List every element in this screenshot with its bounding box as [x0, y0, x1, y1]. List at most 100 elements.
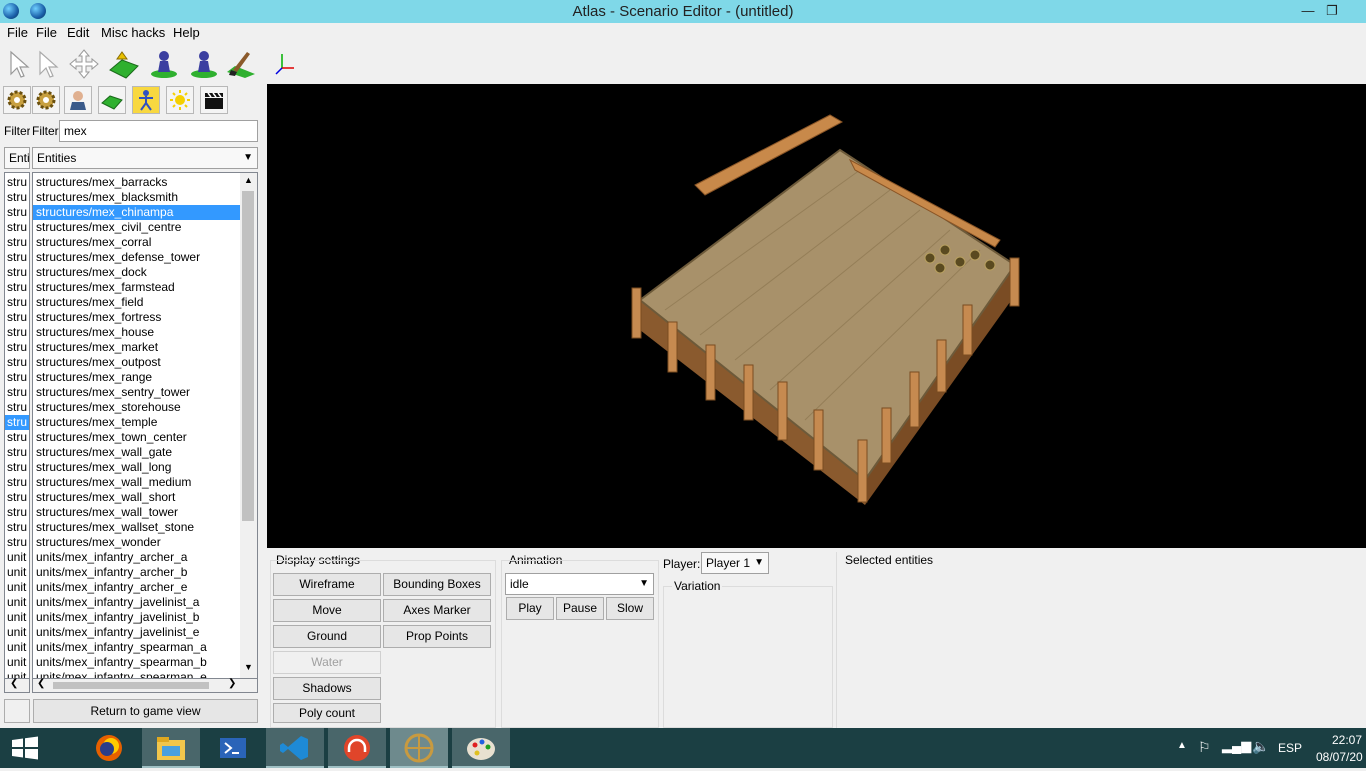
move-arrows-icon[interactable] [68, 48, 100, 80]
list-item[interactable]: structures/mex_defense_tower [33, 250, 241, 265]
list-item[interactable]: structures/mex_house [33, 325, 241, 340]
shadows-button[interactable]: Shadows [273, 677, 381, 700]
vscode-task[interactable] [266, 728, 324, 768]
list-item[interactable]: stru [5, 400, 29, 415]
powershell-task[interactable] [204, 728, 262, 768]
list-item[interactable]: stru [5, 475, 29, 490]
list-item[interactable]: units/mex_infantry_javelinist_e [33, 625, 241, 640]
paint-task[interactable] [452, 728, 510, 768]
prop-points-button[interactable]: Prop Points [383, 625, 491, 648]
type-select-clipped[interactable]: Enti [4, 147, 30, 169]
clock-date[interactable]: 08/07/20 [1316, 750, 1366, 764]
select-cursor-icon[interactable] [3, 48, 35, 80]
list-item[interactable]: stru [5, 265, 29, 280]
return-to-game-view-button[interactable]: Return to game view [33, 699, 258, 723]
entity-list[interactable]: structures/mex_barracks structures/mex_bl… [32, 172, 258, 679]
list-item[interactable]: structures/mex_field [33, 295, 241, 310]
cinematic-clapper-icon[interactable] [200, 86, 228, 114]
list-item[interactable]: structures/mex_farmstead [33, 280, 241, 295]
game-viewport[interactable] [267, 84, 1366, 548]
clipped-list[interactable]: stru stru stru stru stru stru stru stru stru stru… [4, 172, 30, 679]
list-item[interactable]: stru [5, 280, 29, 295]
player-icon[interactable] [64, 86, 92, 114]
minimize-button[interactable]: — [1298, 2, 1318, 20]
list-item[interactable]: structures/mex_temple [33, 415, 241, 430]
chevron-up-icon[interactable]: ▲ [244, 175, 253, 185]
list-item[interactable]: stru [5, 325, 29, 340]
list-item[interactable]: structures/mex_wallset_stone [33, 520, 241, 535]
vscroll-thumb[interactable] [242, 191, 254, 521]
list-item[interactable]: structures/mex_wall_short [33, 490, 241, 505]
list-item[interactable]: structures/mex_wall_long [33, 460, 241, 475]
list-item[interactable]: unit [5, 580, 29, 595]
chevron-up-tray-icon[interactable]: ▲ [1177, 740, 1187, 751]
chevron-left-icon-2[interactable]: ❮ [37, 678, 45, 689]
gear-icon[interactable] [3, 86, 31, 114]
list-item[interactable]: stru [5, 220, 29, 235]
list-item[interactable]: structures/mex_storehouse [33, 400, 241, 415]
list-item[interactable]: stru [5, 415, 29, 430]
select-cursor-alt-icon[interactable] [32, 48, 64, 80]
list-item[interactable]: stru [5, 190, 29, 205]
list-item[interactable]: stru [5, 355, 29, 370]
volume-icon[interactable]: 🔈 [1252, 738, 1269, 755]
network-icon[interactable]: ▂▄▆ [1222, 738, 1251, 754]
paint-brush-icon[interactable] [225, 48, 257, 80]
list-item[interactable]: unit [5, 625, 29, 640]
list-item[interactable]: structures/mex_outpost [33, 355, 241, 370]
list-item[interactable]: unit [5, 550, 29, 565]
list-item[interactable]: stru [5, 175, 29, 190]
list-item[interactable]: stru [5, 520, 29, 535]
clipped-list-hscroll[interactable]: ❮ [4, 678, 30, 693]
chevron-left-icon[interactable]: ❮ [10, 678, 18, 689]
unit-edit-icon[interactable] [188, 48, 220, 80]
list-item[interactable]: structures/mex_wall_medium [33, 475, 241, 490]
menu-file[interactable]: File [7, 23, 28, 43]
list-item[interactable]: structures/mex_civil_centre [33, 220, 241, 235]
ground-button[interactable]: Ground [273, 625, 381, 648]
actor-icon[interactable] [132, 86, 160, 114]
list-item[interactable]: units/mex_infantry_spearman_a [33, 640, 241, 655]
list-item[interactable]: units/mex_infantry_archer_e [33, 580, 241, 595]
list-item[interactable]: structures/mex_chinampa [33, 205, 241, 220]
audio-app-task[interactable] [328, 728, 386, 768]
file-explorer-task[interactable] [142, 728, 200, 768]
terrain-icon[interactable] [98, 86, 126, 114]
list-item[interactable]: structures/mex_wall_gate [33, 445, 241, 460]
list-item[interactable]: stru [5, 310, 29, 325]
chevron-right-icon[interactable]: ❯ [228, 678, 236, 689]
list-item[interactable]: stru [5, 235, 29, 250]
menu-file-2[interactable]: File [36, 23, 57, 43]
terrain-raise-icon[interactable] [108, 48, 140, 80]
list-item[interactable]: units/mex_infantry_javelinist_b [33, 610, 241, 625]
clock-time[interactable]: 22:07 [1332, 733, 1362, 747]
list-item[interactable]: structures/mex_town_center [33, 430, 241, 445]
menu-help[interactable]: Help [173, 23, 200, 43]
list-item[interactable]: unit [5, 565, 29, 580]
entity-list-vscroll[interactable]: ▲ ▼ [240, 173, 257, 678]
hscroll-thumb[interactable] [53, 682, 209, 689]
list-item[interactable]: structures/mex_sentry_tower [33, 385, 241, 400]
list-item[interactable]: structures/mex_corral [33, 235, 241, 250]
pause-button[interactable]: Pause [556, 597, 604, 620]
list-item[interactable]: stru [5, 385, 29, 400]
atlas-task[interactable] [390, 728, 448, 768]
slow-button[interactable]: Slow [606, 597, 654, 620]
flag-icon[interactable]: ⚐ [1198, 739, 1211, 756]
list-item[interactable]: units/mex_infantry_archer_a [33, 550, 241, 565]
list-item[interactable]: stru [5, 250, 29, 265]
language-indicator[interactable]: ESP [1278, 741, 1302, 755]
axes-marker-button[interactable]: Axes Marker [383, 599, 491, 622]
list-item[interactable]: unit [5, 610, 29, 625]
list-item[interactable]: stru [5, 505, 29, 520]
list-item[interactable]: stru [5, 205, 29, 220]
list-item[interactable]: structures/mex_fortress [33, 310, 241, 325]
list-item[interactable]: stru [5, 295, 29, 310]
list-item[interactable]: units/mex_infantry_spearman_b [33, 655, 241, 670]
list-item[interactable]: structures/mex_wonder [33, 535, 241, 550]
water-button[interactable]: Water [273, 651, 381, 674]
list-item[interactable]: stru [5, 490, 29, 505]
list-item[interactable]: stru [5, 370, 29, 385]
list-item[interactable]: unit [5, 655, 29, 670]
axes-icon[interactable] [268, 48, 300, 80]
